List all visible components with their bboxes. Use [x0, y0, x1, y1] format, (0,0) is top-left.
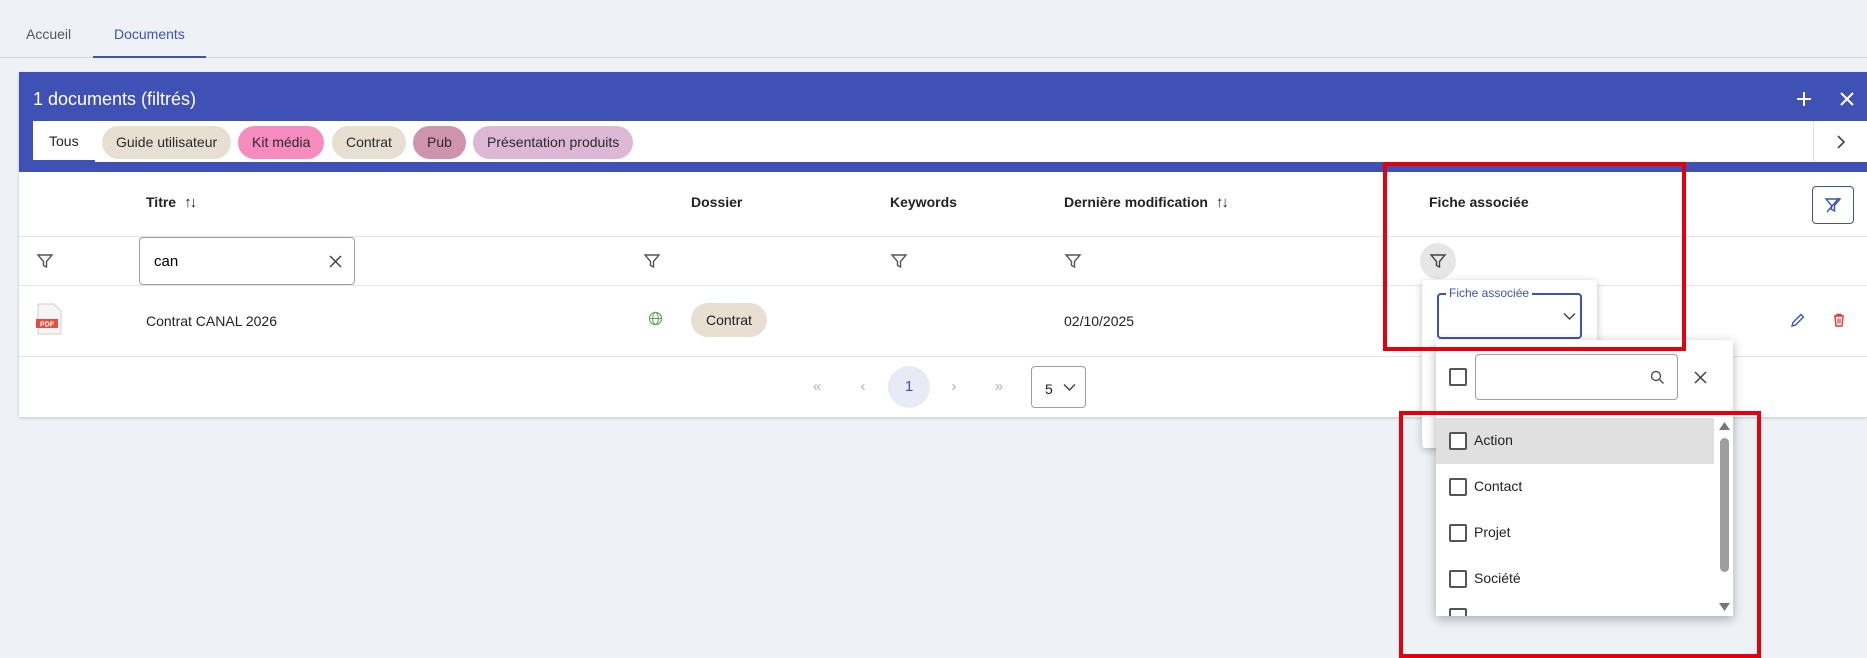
file-type-label: PDF [40, 322, 55, 329]
dropdown-scrollbar[interactable] [1718, 420, 1731, 615]
edit-icon[interactable] [1790, 312, 1806, 328]
page-1-button[interactable]: 1 [888, 366, 930, 408]
header-underline [19, 164, 1867, 172]
globe-icon [648, 311, 663, 326]
chip-presentation-produits[interactable]: Présentation produits [473, 126, 634, 159]
scroll-up-icon[interactable] [1719, 422, 1730, 430]
column-header-titre[interactable]: Titre ↑↓ [146, 194, 197, 211]
linked-record-dropdown: Action Contact Projet Société [1436, 340, 1733, 616]
chip-guide-utilisateur[interactable]: Guide utilisateur [102, 126, 232, 159]
linked-record-select-label: Fiche associée [1446, 286, 1533, 300]
row-modified-date: 02/10/2025 [1064, 313, 1135, 329]
chevron-down-icon [1563, 312, 1576, 321]
option-checkbox[interactable] [1449, 432, 1467, 450]
column-header-derniere-modification-label: Dernière modification [1064, 194, 1208, 210]
option-checkbox[interactable] [1449, 478, 1467, 496]
column-header-dossier: Dossier [691, 194, 743, 210]
chevron-down-icon [1063, 383, 1076, 392]
column-header-fiche-associee: Fiche associée [1429, 194, 1529, 210]
card-title: 1 documents (filtrés) [33, 89, 197, 109]
page-size-value: 5 [1045, 381, 1053, 397]
prev-page-button[interactable]: ‹ [844, 368, 882, 406]
top-tab-bar: Accueil Documents [0, 0, 1867, 58]
select-all-checkbox[interactable] [1449, 368, 1467, 386]
column-header-derniere-modification[interactable]: Dernière modification ↑↓ [1064, 194, 1229, 211]
sort-icon[interactable]: ↑↓ [1216, 194, 1229, 211]
option-contact[interactable]: Contact [1436, 464, 1714, 510]
scrollbar-thumb[interactable] [1720, 438, 1729, 572]
column-header-titre-label: Titre [146, 194, 177, 210]
last-page-button[interactable]: » [980, 368, 1018, 406]
chip-kit-media[interactable]: Kit média [238, 126, 325, 159]
title-filter-input[interactable] [152, 250, 312, 272]
close-button[interactable] [1830, 82, 1864, 116]
category-chips-bar: Tous Guide utilisateur Kit média Contrat… [33, 121, 1867, 162]
option-checkbox[interactable] [1449, 524, 1467, 542]
sort-icon[interactable]: ↑↓ [184, 194, 197, 211]
close-icon[interactable] [1694, 371, 1707, 384]
option-label: Projet [1474, 524, 1511, 540]
scroll-down-icon[interactable] [1719, 603, 1730, 611]
search-icon [1650, 370, 1664, 384]
chips-scroll-right-button[interactable] [1813, 121, 1867, 162]
chip-tab-all[interactable]: Tous [33, 121, 95, 162]
column-header-keywords: Keywords [890, 194, 957, 210]
linked-filter-button[interactable] [1420, 243, 1456, 279]
option-projet[interactable]: Projet [1436, 510, 1714, 556]
tab-documents[interactable]: Documents [93, 0, 206, 58]
page-size-select[interactable]: 5 [1031, 366, 1086, 408]
filter-icon[interactable] [643, 252, 661, 270]
clear-filters-button[interactable] [1812, 186, 1854, 224]
plus-icon [1797, 92, 1811, 106]
first-page-button[interactable]: « [798, 368, 836, 406]
dropdown-search-field[interactable] [1475, 354, 1678, 400]
card-header: 1 documents (filtrés) Tous Guide utilisa… [19, 72, 1867, 164]
filter-icon[interactable] [1064, 252, 1082, 270]
tab-accueil[interactable]: Accueil [26, 0, 71, 58]
chevron-right-icon [1836, 134, 1845, 149]
add-document-button[interactable] [1787, 82, 1821, 116]
chip-pub[interactable]: Pub [413, 126, 466, 159]
option-action[interactable]: Action [1436, 418, 1714, 464]
option-label: Société [1474, 570, 1521, 586]
option-checkbox[interactable] [1449, 570, 1467, 588]
next-page-button[interactable]: › [935, 368, 973, 406]
pdf-file-icon: PDF [36, 303, 62, 335]
filter-icon[interactable] [890, 252, 908, 270]
option-label: Action [1474, 432, 1513, 448]
row-title[interactable]: Contrat CANAL 2026 [146, 313, 277, 329]
delete-icon[interactable] [1831, 312, 1847, 328]
option-societe[interactable]: Société [1436, 556, 1714, 602]
title-filter-field[interactable] [139, 237, 355, 285]
filter-icon[interactable] [36, 252, 54, 270]
option-label: Contact [1474, 478, 1523, 494]
option-partial [1449, 608, 1467, 616]
chip-contrat[interactable]: Contrat [332, 126, 406, 159]
close-icon [1840, 92, 1854, 106]
folder-tag: Contrat [691, 303, 767, 337]
filter-off-icon [1824, 197, 1842, 213]
filter-icon [1429, 254, 1447, 269]
clear-icon[interactable] [329, 255, 342, 268]
